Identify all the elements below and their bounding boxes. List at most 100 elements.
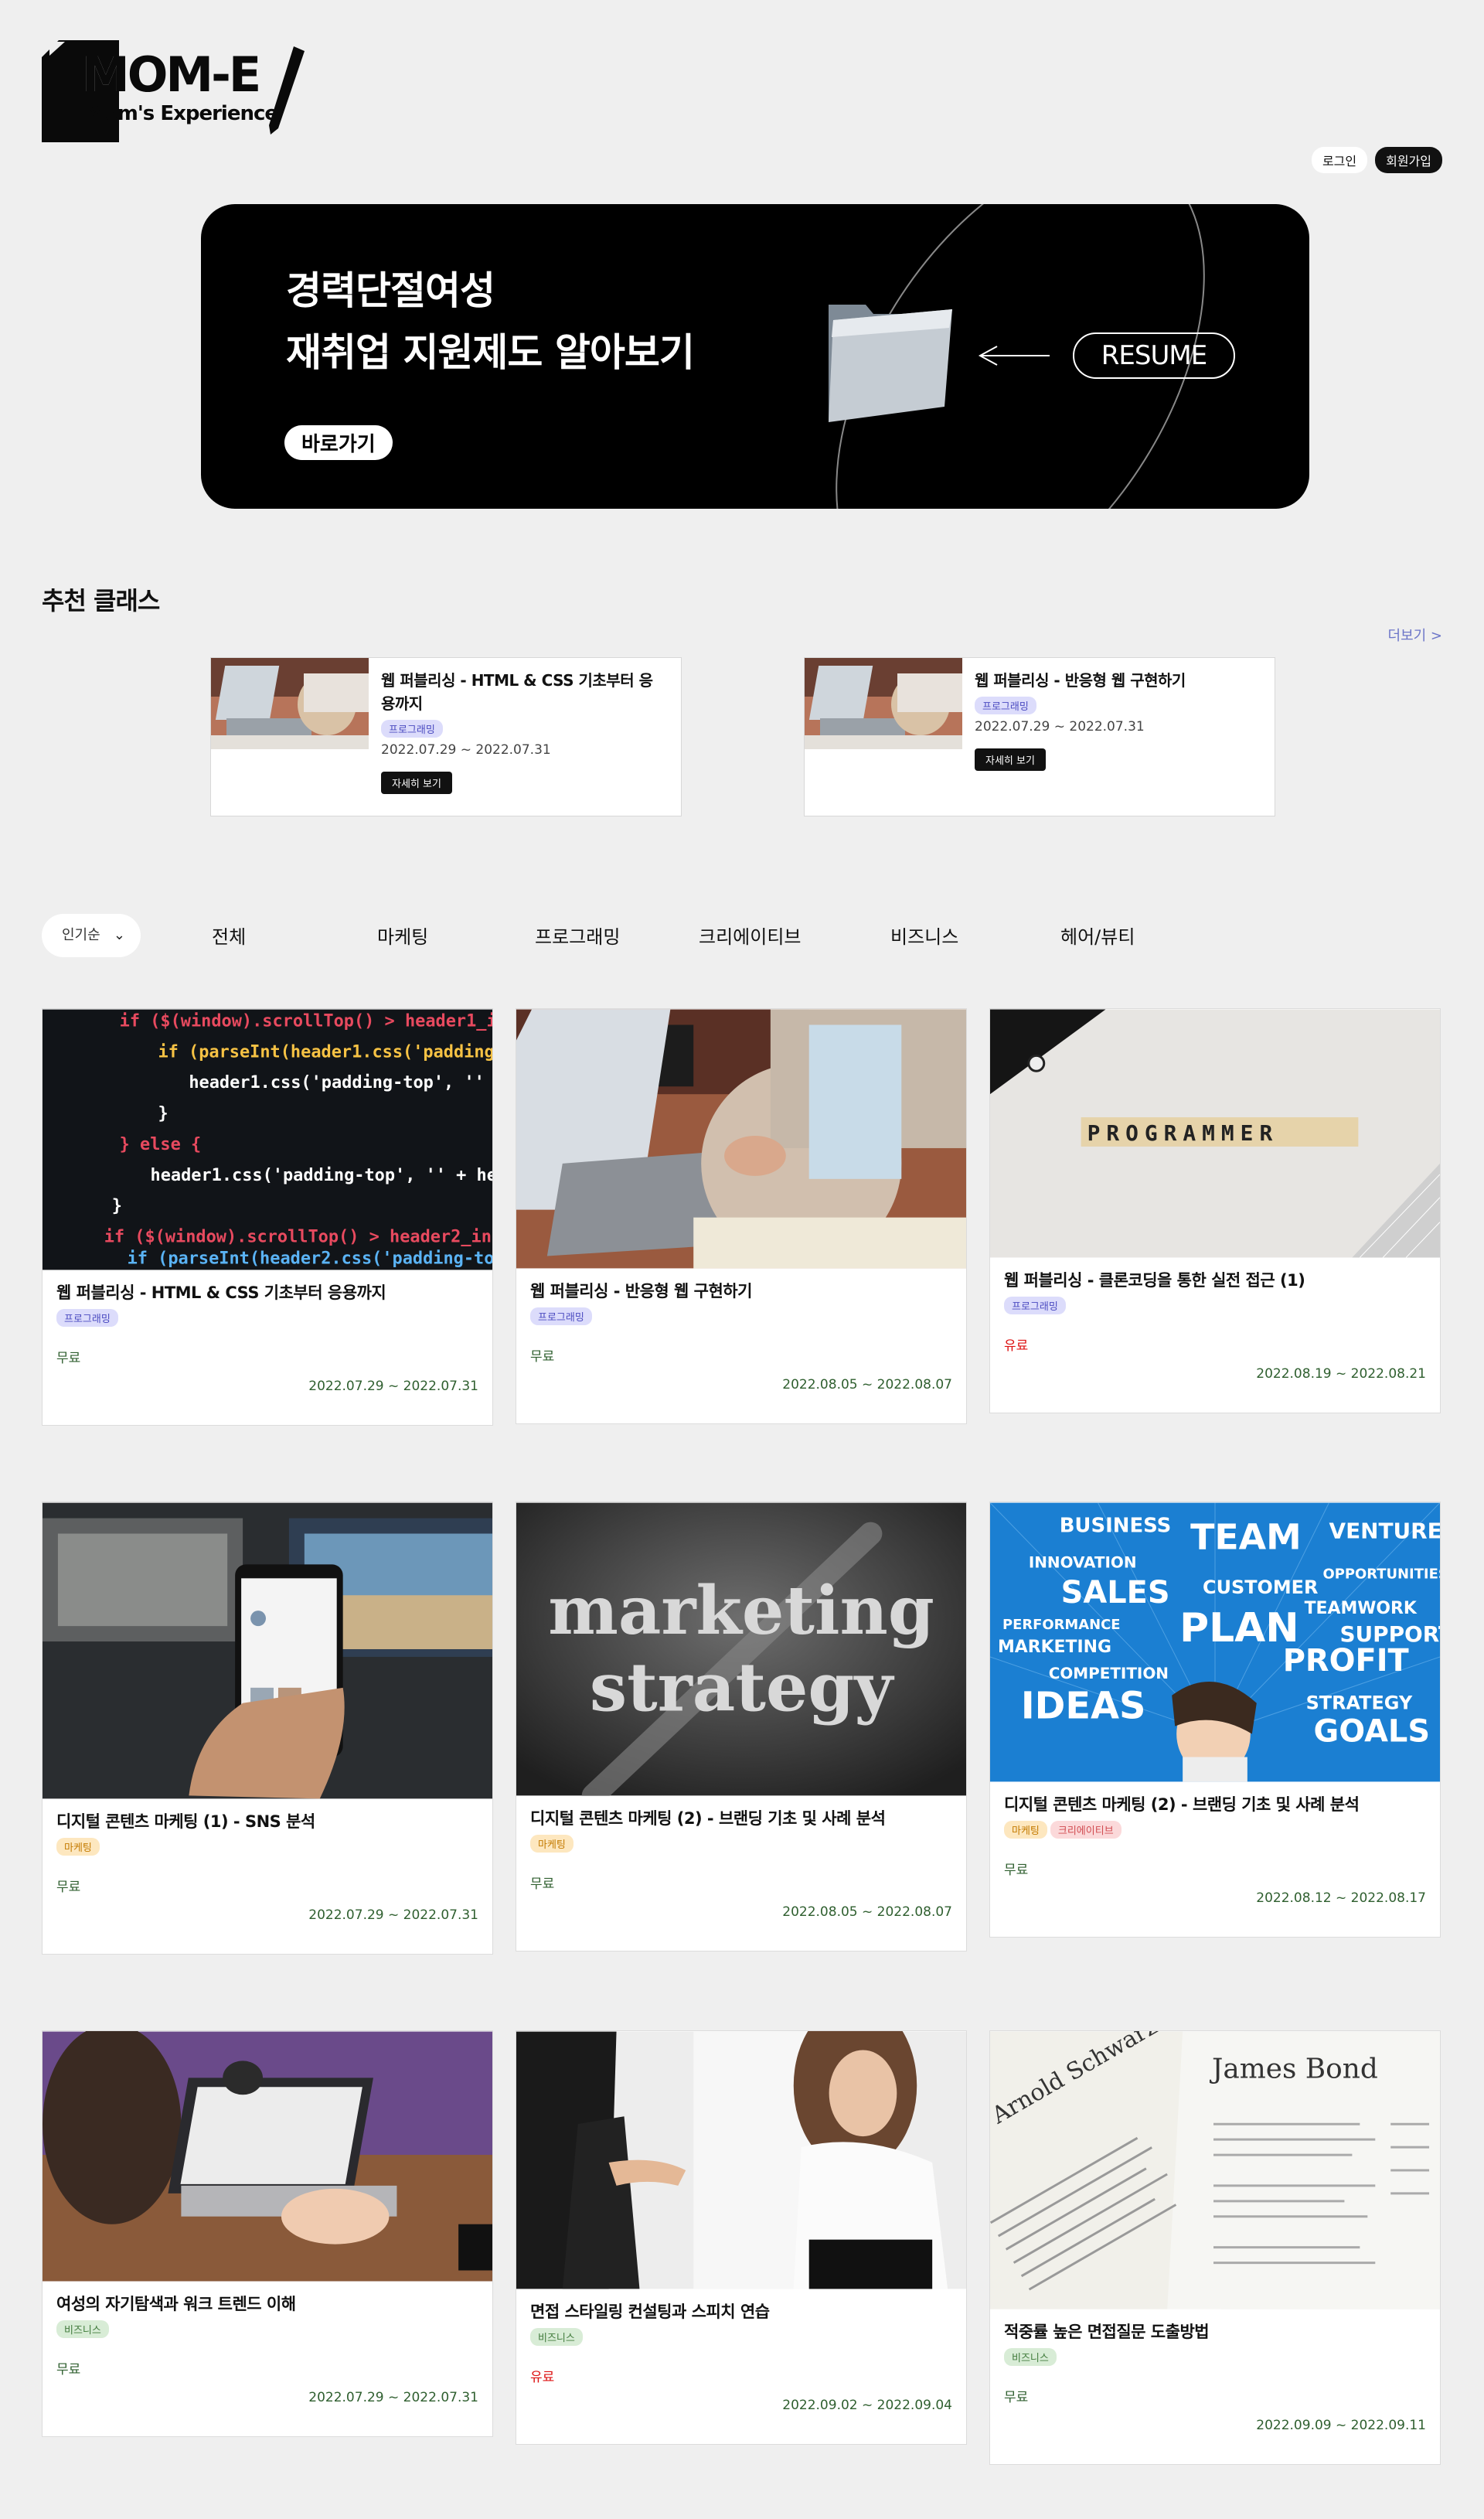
course-price: 무료 — [1004, 2390, 1029, 2405]
svg-text:}: } — [158, 1104, 168, 1123]
course-price: 유료 — [1004, 1338, 1029, 1354]
detail-button[interactable]: 자세히 보기 — [381, 772, 452, 794]
category-tag: 프로그래밍 — [56, 1309, 118, 1327]
course-card[interactable]: 웹 퍼블리싱 - 반응형 웹 구현하기 프로그래밍 무료 2022.08.05 … — [516, 1008, 967, 1424]
tab-hair-beauty[interactable]: 헤어/뷰티 — [1060, 922, 1135, 949]
category-tag: 프로그래밍 — [975, 697, 1036, 714]
banner-line-1: 경력단절여성 — [286, 268, 495, 313]
recommended-title: 추천 클래스 — [42, 586, 160, 615]
category-tag: 크리에이티브 — [1050, 1821, 1122, 1839]
recommended-card-title: 웹 퍼블리싱 - 반응형 웹 구현하기 — [975, 671, 1186, 690]
banner-cta-button[interactable]: 바로가기 — [284, 425, 393, 460]
svg-text:if (parseInt(header1.css('padd: if (parseInt(header1.css('padding-top'),… — [158, 1042, 492, 1062]
hero-banner[interactable]: 경력단절여성 재취업 지원제도 알아보기 바로가기 RESUME — [201, 204, 1309, 509]
woman-laptop-image — [43, 2031, 492, 2282]
logo-subtitle: Mom's Experience — [85, 102, 278, 125]
svg-text:INNOVATION: INNOVATION — [1029, 1553, 1137, 1571]
sort-select[interactable]: 인기순 ⌄ — [42, 914, 141, 957]
course-card[interactable]: 여성의 자기탐색과 워크 트렌드 이해 비즈니스 무료 2022.07.29 ~… — [42, 2030, 493, 2437]
svg-text:GOALS: GOALS — [1314, 1714, 1431, 1750]
signup-button[interactable]: 회원가입 — [1375, 147, 1442, 173]
course-card[interactable]: 면접 스타일링 컨설팅과 스피치 연습 비즈니스 유료 2022.09.02 ~… — [516, 2030, 967, 2445]
svg-text:if ($(window).scrollTop() > he: if ($(window).scrollTop() > header2_init… — [104, 1228, 492, 1247]
auth-links: 로그인 회원가입 — [1311, 147, 1442, 173]
business-words-image: BUSINESS TEAM VENTURE INNOVATION SALES C… — [990, 1502, 1440, 1782]
svg-text:COMPETITION: COMPETITION — [1049, 1665, 1169, 1682]
more-link[interactable]: 더보기 > — [1388, 625, 1442, 645]
svg-text:SALES: SALES — [1061, 1575, 1170, 1611]
course-title: 디지털 콘텐츠 마케팅 (1) - SNS 분석 — [56, 1812, 315, 1831]
svg-text:MARKETING: MARKETING — [998, 1638, 1111, 1657]
site-logo[interactable]: MOM-E Mom's Experience — [42, 39, 305, 147]
category-tag: 비즈니스 — [1004, 2348, 1057, 2366]
course-title: 여성의 자기탐색과 워크 트렌드 이해 — [56, 2295, 296, 2313]
course-date: 2022.09.02 ~ 2022.09.04 — [782, 2398, 952, 2413]
svg-text:header1.css('padding-top', '': header1.css('padding-top', '' + header1 — [189, 1073, 492, 1092]
course-card[interactable]: if ($(window).scrollTop() > header1_init… — [42, 1008, 493, 1426]
svg-text:} else {: } else { — [120, 1135, 202, 1154]
course-title: 웹 퍼블리싱 - HTML & CSS 기초부터 응용까지 — [56, 1283, 386, 1302]
svg-text:PROFIT: PROFIT — [1283, 1643, 1409, 1679]
svg-text:STRATEGY: STRATEGY — [1306, 1692, 1413, 1714]
svg-text:if (parseInt(header2.css('padd: if (parseInt(header2.css('padding-top'),… — [128, 1249, 492, 1268]
chalkboard-image: marketing strategy — [516, 1502, 966, 1796]
course-title: 면접 스타일링 컨설팅과 스피치 연습 — [530, 2303, 770, 2321]
category-tag: 마케팅 — [530, 1835, 574, 1853]
course-card[interactable]: 디지털 콘텐츠 마케팅 (1) - SNS 분석 마케팅 무료 2022.07.… — [42, 1502, 493, 1955]
recommended-card[interactable]: 웹 퍼블리싱 - HTML & CSS 기초부터 응용까지 프로그래밍 2022… — [210, 657, 682, 816]
chalkboard-text-1: marketing — [548, 1573, 934, 1650]
folder-icon — [829, 305, 952, 422]
chalkboard-text-2: strategy — [590, 1650, 894, 1727]
category-tag: 비즈니스 — [530, 2328, 583, 2346]
course-date: 2022.09.09 ~ 2022.09.11 — [1256, 2418, 1426, 2433]
paper-name-2: James Bond — [1209, 2053, 1378, 2084]
laptop-thumbnail — [805, 658, 962, 749]
category-tag: 프로그래밍 — [1004, 1297, 1066, 1314]
svg-text:OPPORTUNITIES: OPPORTUNITIES — [1323, 1566, 1440, 1582]
tab-programming[interactable]: 프로그래밍 — [535, 922, 620, 949]
tab-business[interactable]: 비즈니스 — [890, 922, 958, 949]
tab-creative[interactable]: 크리에이티브 — [699, 922, 801, 949]
detail-button[interactable]: 자세히 보기 — [975, 748, 1046, 771]
category-tag: 마케팅 — [1004, 1821, 1047, 1839]
category-tag: 마케팅 — [56, 1838, 100, 1856]
category-tag: 비즈니스 — [56, 2320, 109, 2338]
course-date: 2022.07.29 ~ 2022.07.31 — [308, 1907, 478, 1923]
svg-text:VENTURE: VENTURE — [1329, 1518, 1440, 1543]
tab-marketing[interactable]: 마케팅 — [377, 922, 428, 949]
course-date: 2022.08.12 ~ 2022.08.17 — [1256, 1890, 1426, 1906]
resume-papers-image: Arnold Schwarznegger James Bond — [990, 2031, 1440, 2309]
course-date: 2022.07.29 ~ 2022.07.31 — [308, 1379, 478, 1394]
course-card[interactable]: marketing strategy 디지털 콘텐츠 마케팅 (2) - 브랜딩… — [516, 1502, 967, 1951]
course-card[interactable]: Arnold Schwarznegger James Bond 적중률 높은 면… — [989, 2030, 1441, 2465]
course-card[interactable]: BUSINESS TEAM VENTURE INNOVATION SALES C… — [989, 1502, 1441, 1938]
course-price: 무료 — [56, 1351, 81, 1366]
login-button[interactable]: 로그인 — [1311, 147, 1368, 173]
recommended-card-date: 2022.07.29 ~ 2022.07.31 — [381, 742, 551, 758]
programmer-tiles-image: PROGRAMMER — [990, 1009, 1440, 1258]
course-title: 적중률 높은 면접질문 도출방법 — [1004, 2323, 1210, 2341]
course-price: 무료 — [56, 1880, 81, 1895]
tile-text: PROGRAMMER — [1087, 1120, 1279, 1146]
course-card[interactable]: PROGRAMMER 웹 퍼블리싱 - 클론코딩을 통한 실전 접근 (1) 프… — [989, 1008, 1441, 1413]
svg-text:header1.css('padding-top', '': header1.css('padding-top', '' + header1_… — [151, 1166, 492, 1185]
banner-headline: 경력단절여성 재취업 지원제도 알아보기 — [286, 260, 695, 383]
course-price: 무료 — [1004, 1863, 1029, 1878]
course-price: 무료 — [530, 1349, 555, 1365]
resume-label: RESUME — [1073, 332, 1235, 379]
recommended-card-date: 2022.07.29 ~ 2022.07.31 — [975, 719, 1145, 735]
sort-value: 인기순 — [62, 927, 100, 943]
laptop-desk-image — [516, 1009, 966, 1269]
course-date: 2022.08.05 ~ 2022.08.07 — [782, 1377, 952, 1392]
tab-all[interactable]: 전체 — [212, 922, 246, 949]
category-tag: 프로그래밍 — [530, 1307, 592, 1325]
course-price: 유료 — [530, 2370, 555, 2385]
banner-line-2: 재취업 지원제도 알아보기 — [286, 330, 695, 375]
chevron-down-icon: ⌄ — [113, 927, 125, 943]
svg-text:CUSTOMER: CUSTOMER — [1203, 1577, 1318, 1598]
category-tag: 프로그래밍 — [381, 720, 443, 738]
course-price: 무료 — [530, 1876, 555, 1892]
svg-text:PERFORMANCE: PERFORMANCE — [1002, 1617, 1121, 1633]
code-screen-image: if ($(window).scrollTop() > header1_init… — [43, 1009, 492, 1270]
recommended-card[interactable]: 웹 퍼블리싱 - 반응형 웹 구현하기 프로그래밍 2022.07.29 ~ 2… — [804, 657, 1275, 816]
